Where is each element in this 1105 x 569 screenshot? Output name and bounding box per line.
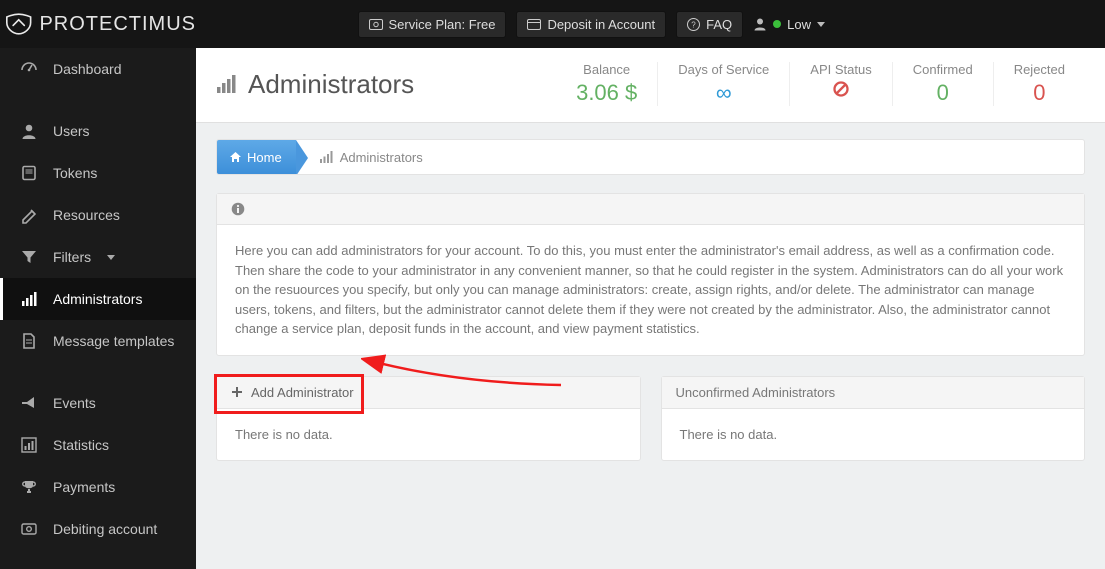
stat-rejected: Rejected 0 (993, 62, 1085, 106)
bars-icon (17, 290, 41, 308)
status-dot (773, 20, 781, 28)
sidebar-item-statistics[interactable]: Statistics (0, 424, 196, 466)
brand-text: PROTECTIMUS (39, 13, 196, 36)
logo[interactable]: PROTECTIMUS (0, 8, 196, 40)
stat-days: Days of Service ∞ (657, 62, 789, 106)
dashboard-icon (17, 60, 41, 78)
sidebar-item-filters[interactable]: Filters (0, 236, 196, 278)
document-icon (17, 332, 41, 350)
sidebar-item-administrators[interactable]: Administrators (0, 278, 196, 320)
ban-icon (810, 80, 871, 98)
stat-confirmed: Confirmed 0 (892, 62, 993, 106)
add-admin-button[interactable]: Add Administrator (217, 377, 640, 409)
infinity-icon: ∞ (678, 80, 769, 106)
caret-down-icon (107, 255, 115, 260)
trophy-icon (17, 478, 41, 496)
unconfirmed-admin-header: Unconfirmed Administrators (662, 377, 1085, 409)
stat-api: API Status (789, 62, 891, 106)
breadcrumb-home[interactable]: Home (217, 140, 296, 174)
megaphone-icon (17, 394, 41, 412)
user-menu[interactable]: Low (753, 17, 825, 32)
content: Home Administrators Here you can add adm… (196, 123, 1105, 497)
sidebar-item-tokens[interactable]: Tokens (0, 152, 196, 194)
sidebar-item-dashboard[interactable]: Dashboard (0, 48, 196, 90)
brand-icon (4, 8, 33, 40)
sidebar-item-message-templates[interactable]: Message templates (0, 320, 196, 362)
question-icon: ? (687, 18, 700, 31)
svg-text:?: ? (691, 20, 696, 29)
users-icon (17, 122, 41, 140)
unconfirmed-admin-body: There is no data. (662, 409, 1085, 461)
add-admin-body: There is no data. (217, 409, 640, 461)
info-text: Here you can add administrators for your… (217, 225, 1084, 355)
card-icon (527, 19, 541, 30)
sidebar-item-users[interactable]: Users (0, 110, 196, 152)
topbar: PROTECTIMUS Service Plan: Free Deposit i… (0, 0, 1105, 48)
deposit-button[interactable]: Deposit in Account (516, 11, 666, 38)
info-panel: Here you can add administrators for your… (216, 193, 1085, 356)
caret-down-icon (817, 22, 825, 27)
sidebar-item-payments[interactable]: Payments (0, 466, 196, 508)
page-header: Administrators Balance 3.06 $ Days of Se… (196, 48, 1105, 123)
bars-icon (216, 74, 238, 94)
topbar-actions: Service Plan: Free Deposit in Account ? … (358, 11, 1105, 38)
bars-icon (320, 151, 334, 163)
chart-icon (17, 436, 41, 454)
faq-button[interactable]: ? FAQ (676, 11, 743, 38)
sidebar: Dashboard Users Tokens Resources Filters… (0, 48, 196, 569)
resources-icon (17, 206, 41, 224)
filter-icon (17, 248, 41, 266)
money-icon (369, 19, 383, 30)
money-icon (17, 520, 41, 538)
add-admin-panel: Add Administrator There is no data. (216, 376, 641, 462)
header-stats: Balance 3.06 $ Days of Service ∞ API Sta… (556, 62, 1085, 106)
service-plan-button[interactable]: Service Plan: Free (358, 11, 507, 38)
tokens-icon (17, 164, 41, 182)
unconfirmed-admin-panel: Unconfirmed Administrators There is no d… (661, 376, 1086, 462)
plus-icon (231, 386, 243, 398)
sidebar-item-resources[interactable]: Resources (0, 194, 196, 236)
user-icon (753, 17, 767, 31)
info-panel-header (217, 194, 1084, 225)
sidebar-item-events[interactable]: Events (0, 382, 196, 424)
sidebar-item-debiting[interactable]: Debiting account (0, 508, 196, 550)
home-icon (229, 151, 242, 163)
page-title: Administrators (216, 69, 414, 100)
stat-balance: Balance 3.06 $ (556, 62, 657, 106)
two-column-area: Add Administrator There is no data. Unco… (216, 376, 1085, 482)
info-icon (231, 202, 245, 216)
breadcrumb-current: Administrators (320, 150, 423, 165)
main: Administrators Balance 3.06 $ Days of Se… (196, 48, 1105, 569)
breadcrumb: Home Administrators (216, 139, 1085, 175)
